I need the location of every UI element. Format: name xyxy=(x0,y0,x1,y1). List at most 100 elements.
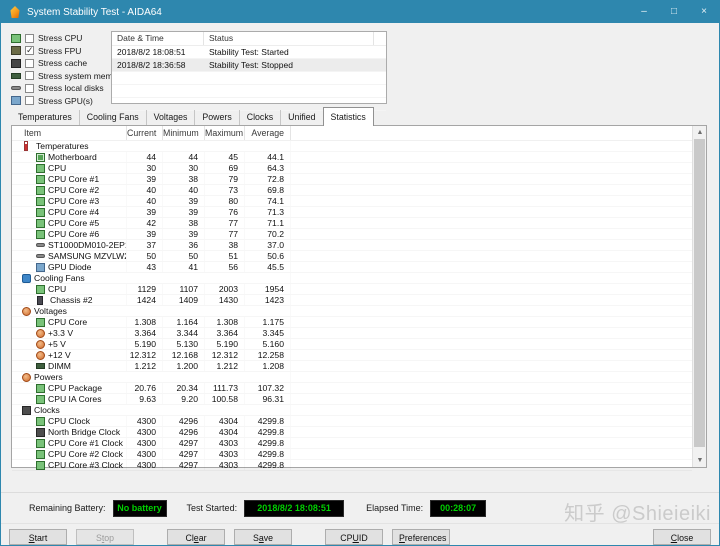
table-row[interactable]: CPU30306964.3 xyxy=(12,163,692,174)
preferences-button[interactable]: Preferences xyxy=(392,529,450,545)
col-minimum[interactable]: Minimum xyxy=(162,126,204,140)
row-minimum-cell: 4296 xyxy=(162,427,204,437)
table-row[interactable]: ST1000DM010-2EP10237363837.0 xyxy=(12,240,692,251)
table-row[interactable]: CPU Core #240407369.8 xyxy=(12,185,692,196)
scroll-down-icon[interactable]: ▼ xyxy=(693,454,707,467)
table-row[interactable]: +12 V12.31212.16812.31212.258 xyxy=(12,350,692,361)
table-row[interactable]: Clocks xyxy=(12,405,692,416)
row-average-cell: 5.160 xyxy=(244,339,290,349)
tab-powers[interactable]: Powers xyxy=(195,110,239,125)
row-label: SAMSUNG MZVLW2... xyxy=(48,251,126,261)
log-col-datetime[interactable]: Date & Time xyxy=(112,32,204,45)
table-row[interactable]: CPU IA Cores9.639.20100.5896.31 xyxy=(12,394,692,405)
tab-statistics[interactable]: Statistics xyxy=(323,107,374,126)
checkbox[interactable] xyxy=(25,34,34,43)
row-maximum-cell: 56 xyxy=(204,262,244,272)
table-row[interactable]: GPU Diode43415645.5 xyxy=(12,262,692,273)
row-current-cell: 20.76 xyxy=(126,383,162,393)
event-log-table[interactable]: Date & Time Status 2018/8/2 18:08:51Stab… xyxy=(111,31,387,104)
row-item-cell: CPU Core #6 xyxy=(12,229,126,239)
table-row[interactable]: Cooling Fans xyxy=(12,273,692,284)
table-row[interactable]: Chassis #21424140914301423 xyxy=(12,295,692,306)
checkbox[interactable] xyxy=(25,71,34,80)
event-log-rows: 2018/8/2 18:08:51Stability Test: Started… xyxy=(112,46,386,111)
log-row[interactable]: 2018/8/2 18:36:58Stability Test: Stopped xyxy=(112,59,386,72)
fpu-icon xyxy=(11,46,21,55)
tab-temperatures[interactable]: Temperatures xyxy=(11,110,80,125)
table-row[interactable]: +3.3 V3.3643.3443.3643.345 xyxy=(12,328,692,339)
start-button[interactable]: Start xyxy=(9,529,67,545)
log-col-status[interactable]: Status xyxy=(204,32,374,45)
table-row[interactable]: +5 V5.1905.1305.1905.160 xyxy=(12,339,692,350)
stress-option[interactable]: Stress FPU xyxy=(11,45,111,57)
table-row[interactable]: CPU1129110720031954 xyxy=(12,284,692,295)
minimize-icon[interactable]: – xyxy=(629,1,659,23)
row-item-cell: CPU Core #1 xyxy=(12,174,126,184)
col-maximum[interactable]: Maximum xyxy=(204,126,244,140)
checkbox[interactable] xyxy=(25,46,34,55)
maximize-icon[interactable]: □ xyxy=(659,1,689,23)
checkbox[interactable] xyxy=(25,59,34,68)
scrollbar-thumb[interactable] xyxy=(694,139,705,447)
stress-option[interactable]: Stress local disks xyxy=(11,82,111,94)
stress-option[interactable]: Stress cache xyxy=(11,57,111,69)
table-row[interactable]: CPU Core #439397671.3 xyxy=(12,207,692,218)
table-row[interactable]: Powers xyxy=(12,372,692,383)
table-row[interactable]: CPU Core1.3081.1641.3081.175 xyxy=(12,317,692,328)
table-row[interactable]: CPU Core #139387972.8 xyxy=(12,174,692,185)
tab-voltages[interactable]: Voltages xyxy=(147,110,196,125)
tab-clocks[interactable]: Clocks xyxy=(240,110,281,125)
cpu-icon xyxy=(36,208,45,217)
row-item-cell: Cooling Fans xyxy=(12,273,126,283)
table-row[interactable]: CPU Core #2 Clock4300429743034299.8 xyxy=(12,449,692,460)
table-row[interactable]: Voltages xyxy=(12,306,692,317)
table-row[interactable]: CPU Core #542387771.1 xyxy=(12,218,692,229)
stress-option[interactable]: Stress CPU xyxy=(11,32,111,44)
stress-option[interactable]: Stress system memory xyxy=(11,70,111,82)
fan-icon xyxy=(22,274,31,283)
row-minimum-cell: 4297 xyxy=(162,449,204,459)
table-row[interactable]: CPU Core #3 Clock4300429743034299.8 xyxy=(12,460,692,471)
scroll-up-icon[interactable]: ▲ xyxy=(693,126,707,139)
row-average-cell: 4299.8 xyxy=(244,438,290,448)
row-average-cell: 4299.8 xyxy=(244,449,290,459)
tab-cooling-fans[interactable]: Cooling Fans xyxy=(80,110,147,125)
table-row[interactable]: SAMSUNG MZVLW2...50505150.6 xyxy=(12,251,692,262)
row-maximum-cell: 12.312 xyxy=(204,350,244,360)
stress-option[interactable]: Stress GPU(s) xyxy=(11,95,111,107)
table-row[interactable]: DIMM1.2121.2001.2121.208 xyxy=(12,361,692,372)
row-filler xyxy=(290,196,692,206)
voltage-icon xyxy=(36,340,45,349)
row-minimum-cell: 1.200 xyxy=(162,361,204,371)
save-button[interactable]: Save xyxy=(234,529,292,545)
close-icon[interactable]: × xyxy=(689,1,719,23)
cpu-icon xyxy=(36,164,45,173)
row-label: Powers xyxy=(34,372,63,382)
checkbox[interactable] xyxy=(25,84,34,93)
table-row[interactable]: CPU Core #340398074.1 xyxy=(12,196,692,207)
row-minimum-cell: 4296 xyxy=(162,416,204,426)
table-row[interactable]: CPU Core #1 Clock4300429743034299.8 xyxy=(12,438,692,449)
tab-unified[interactable]: Unified xyxy=(281,110,323,125)
log-row[interactable]: 2018/8/2 18:08:51Stability Test: Started xyxy=(112,46,386,59)
table-row[interactable]: CPU Package20.7620.34111.73107.32 xyxy=(12,383,692,394)
stress-option-label: Stress local disks xyxy=(38,83,104,93)
table-row[interactable]: North Bridge Clock4300429643044299.8 xyxy=(12,427,692,438)
table-row[interactable]: Motherboard44444544.1 xyxy=(12,152,692,163)
table-row[interactable]: CPU Core #639397770.2 xyxy=(12,229,692,240)
col-average[interactable]: Average xyxy=(244,126,290,140)
row-current-cell: 4300 xyxy=(126,438,162,448)
row-item-cell: Clocks xyxy=(12,405,126,415)
row-filler xyxy=(290,163,692,173)
row-average-cell: 4299.8 xyxy=(244,427,290,437)
row-average-cell: 70.2 xyxy=(244,229,290,239)
table-row[interactable]: CPU Clock4300429643044299.8 xyxy=(12,416,692,427)
vertical-scrollbar[interactable]: ▲ ▼ xyxy=(692,126,706,467)
table-row[interactable]: Temperatures xyxy=(12,141,692,152)
col-item[interactable]: Item xyxy=(12,126,126,140)
col-current[interactable]: Current xyxy=(126,126,162,140)
checkbox[interactable] xyxy=(25,96,34,105)
cpuid-button[interactable]: CPUID xyxy=(325,529,383,545)
close-button[interactable]: Close xyxy=(653,529,711,545)
clear-button[interactable]: Clear xyxy=(167,529,225,545)
